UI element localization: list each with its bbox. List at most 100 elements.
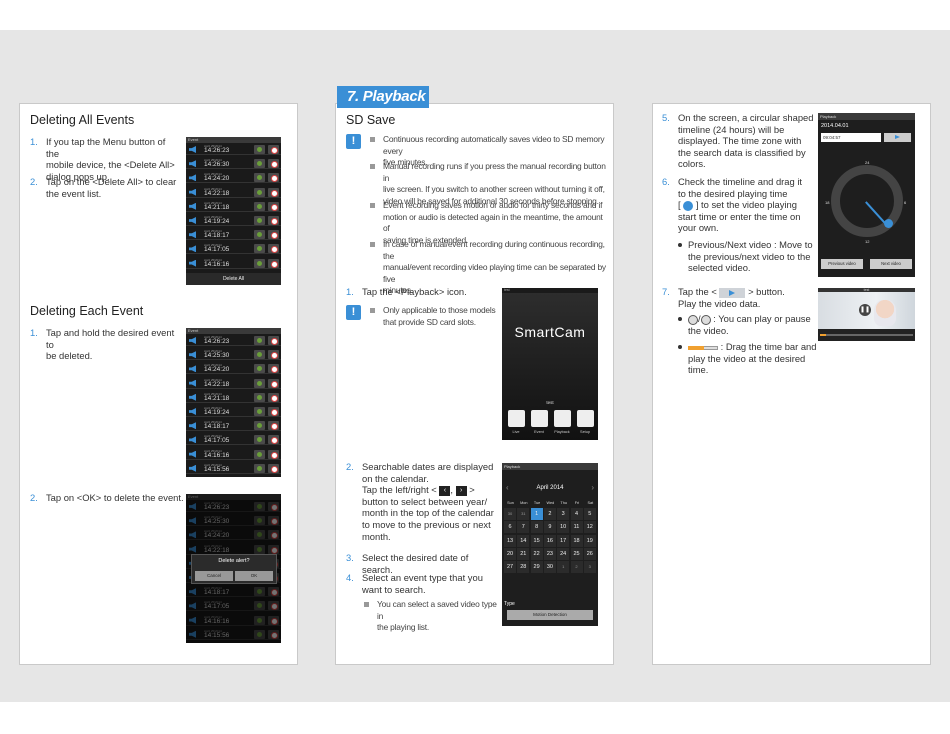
preview-icon[interactable] (254, 201, 265, 211)
event-row[interactable]: April 25/2014 14:26:30 (186, 158, 281, 170)
calendar-day[interactable]: 6 (504, 521, 516, 534)
calendar-day[interactable]: 26 (583, 547, 596, 560)
calendar-day[interactable]: 27 (504, 561, 516, 574)
event-row[interactable]: April 25/201414:22:18 (186, 187, 281, 198)
event-row[interactable]: April 25/201414:22:18 (186, 378, 281, 389)
cancel-button[interactable]: Cancel (195, 571, 233, 581)
calendar-day[interactable]: 3 (557, 508, 570, 520)
calendar-day[interactable]: 8 (530, 521, 543, 534)
play-icon[interactable] (268, 216, 279, 225)
event-row[interactable]: April 25/201414:18:17 (186, 229, 281, 241)
preview-icon[interactable] (254, 145, 265, 154)
play-icon[interactable] (268, 336, 279, 345)
calendar-day[interactable]: 16 (543, 534, 556, 547)
calendar-day[interactable]: 13 (504, 534, 516, 547)
timeline-knob[interactable] (884, 219, 893, 228)
play-time-button[interactable] (884, 133, 911, 142)
event-row[interactable]: April 25/201414:24:20 (186, 172, 281, 184)
next-video-button[interactable]: Next video (870, 259, 912, 269)
play-icon[interactable] (268, 159, 279, 169)
play-icon[interactable] (268, 350, 279, 360)
play-icon[interactable] (268, 258, 279, 268)
calendar-day[interactable]: 3 (583, 561, 596, 574)
calendar-day[interactable]: 19 (583, 534, 596, 547)
calendar-day[interactable]: 1 (530, 508, 543, 520)
calendar-day[interactable]: 17 (557, 534, 570, 547)
play-icon[interactable] (268, 378, 279, 388)
calendar-day[interactable]: 22 (530, 547, 543, 560)
calendar-day[interactable]: 14 (517, 534, 530, 547)
preview-icon[interactable] (254, 421, 265, 431)
preview-icon[interactable] (254, 449, 265, 459)
preview-icon[interactable] (254, 407, 265, 416)
event-row[interactable]: April 25/201414:19:24 (186, 406, 281, 417)
play-icon[interactable] (268, 230, 279, 240)
calendar-day[interactable]: 12 (583, 521, 596, 534)
play-icon[interactable] (268, 435, 279, 445)
preview-icon[interactable] (254, 159, 265, 169)
ok-button[interactable]: OK (235, 571, 273, 581)
event-row[interactable]: April 25/201414:21:18 (186, 201, 281, 212)
calendar-day[interactable]: 30 (504, 508, 516, 520)
calendar-day[interactable]: 11 (570, 521, 583, 534)
event-type-select[interactable]: Motion Detection (507, 610, 593, 620)
live-icon[interactable] (508, 410, 525, 427)
calendar-day[interactable]: 7 (517, 521, 530, 534)
event-row[interactable]: April 25/201414:16:16 (186, 258, 281, 269)
play-icon[interactable] (268, 201, 279, 211)
event-row[interactable]: April 25/201414:21:18 (186, 392, 281, 403)
time-input[interactable]: 09:04:57 (821, 133, 881, 142)
play-icon[interactable] (268, 364, 279, 374)
calendar-day[interactable]: 30 (543, 561, 556, 574)
preview-icon[interactable] (254, 187, 265, 197)
calendar-day[interactable]: 5 (583, 508, 596, 520)
calendar-day[interactable]: 4 (570, 508, 583, 520)
play-icon[interactable] (268, 463, 279, 473)
play-icon[interactable] (268, 449, 279, 459)
play-icon[interactable] (268, 187, 279, 197)
calendar-day[interactable]: 25 (570, 547, 583, 560)
event-row[interactable]: April 25/201414:25:30 (186, 349, 281, 361)
event-row[interactable]: April 25/201414:16:16 (186, 449, 281, 460)
preview-icon[interactable] (254, 336, 265, 345)
play-icon[interactable] (268, 244, 279, 254)
calendar-day[interactable]: 2 (543, 508, 556, 520)
preview-icon[interactable] (254, 244, 265, 254)
calendar-day[interactable]: 1 (557, 561, 570, 574)
preview-icon[interactable] (254, 258, 265, 268)
video-progress-bar[interactable] (818, 329, 915, 341)
calendar-day[interactable]: 28 (517, 561, 530, 574)
play-icon[interactable] (268, 421, 279, 431)
preview-icon[interactable] (254, 216, 265, 225)
event-row[interactable]: April 25/201414:26:23 (186, 335, 281, 346)
calendar-day[interactable]: 23 (543, 547, 556, 560)
calendar-day[interactable]: 10 (557, 521, 570, 534)
preview-icon[interactable] (254, 350, 265, 360)
event-icon[interactable] (531, 410, 548, 427)
calendar-day[interactable]: 15 (530, 534, 543, 547)
play-icon[interactable] (268, 173, 279, 183)
preview-icon[interactable] (254, 173, 265, 183)
calendar-day[interactable]: 20 (504, 547, 516, 560)
preview-icon[interactable] (254, 463, 265, 473)
calendar-day[interactable]: 29 (530, 561, 543, 574)
preview-icon[interactable] (254, 378, 265, 388)
event-row[interactable]: April 25/201414:18:17 (186, 420, 281, 432)
play-icon[interactable] (268, 392, 279, 402)
previous-video-button[interactable]: Previous video (821, 259, 863, 269)
preview-icon[interactable] (254, 230, 265, 240)
playback-icon[interactable] (554, 410, 571, 427)
calendar-day[interactable]: 18 (570, 534, 583, 547)
calendar-day[interactable]: 2 (570, 561, 583, 574)
event-row[interactable]: April 25/201414:24:20 (186, 363, 281, 375)
preview-icon[interactable] (254, 435, 265, 445)
setup-icon[interactable] (577, 410, 594, 427)
event-row[interactable]: April 25/201414:15:56 (186, 463, 281, 474)
event-row[interactable]: April 25/201414:26:23 (186, 144, 281, 155)
pause-overlay-icon[interactable]: ❚❚ (859, 304, 871, 316)
calendar-day[interactable]: 31 (517, 508, 530, 520)
calendar-day[interactable]: 21 (517, 547, 530, 560)
event-row[interactable]: April 25/201414:19:24 (186, 215, 281, 226)
play-icon[interactable] (268, 145, 279, 154)
delete-all-button[interactable]: Delete All (186, 273, 281, 285)
